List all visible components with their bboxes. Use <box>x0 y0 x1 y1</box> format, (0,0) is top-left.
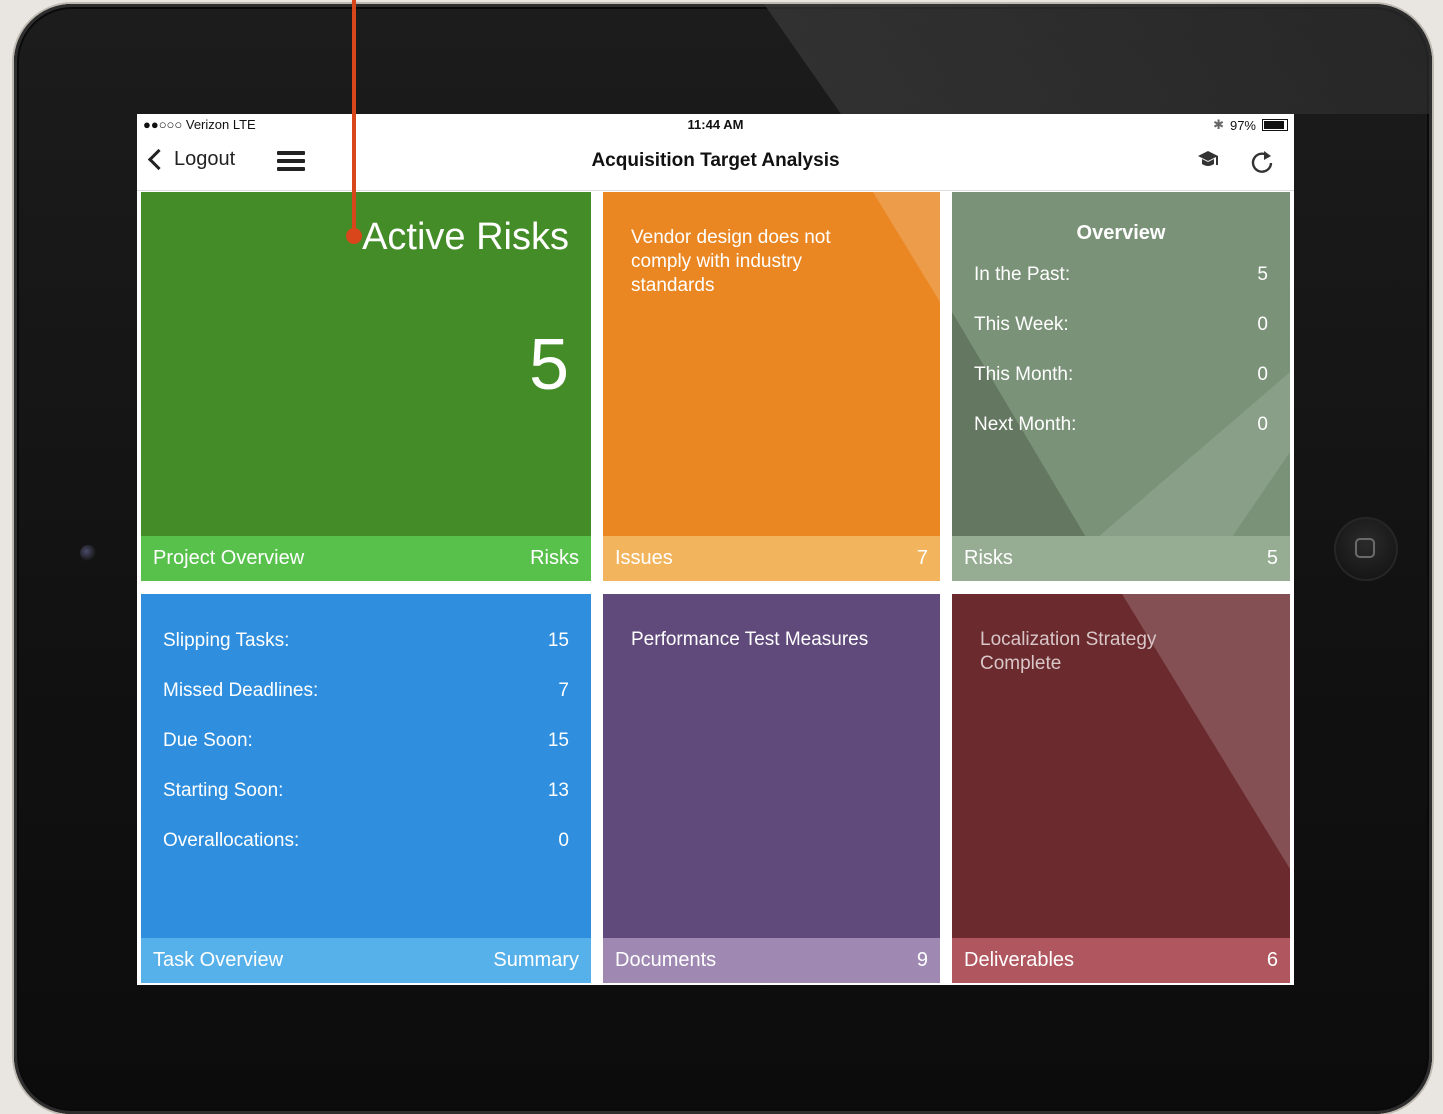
callout-line <box>352 0 356 234</box>
page-title: Acquisition Target Analysis <box>591 150 840 171</box>
bluetooth-icon: ✱ <box>1213 117 1224 132</box>
tile-footer-title: Documents <box>615 949 717 971</box>
task-row: Starting Soon: 13 <box>163 780 569 802</box>
tile-footer: Risks 5 <box>952 536 1290 581</box>
task-overview-tile[interactable]: Slipping Tasks: 15 Missed Deadlines: 7 D… <box>141 594 591 983</box>
row-label: Slipping Tasks: <box>163 630 290 651</box>
navigation-bar: Logout Acquisition Target Analysis <box>137 136 1294 191</box>
tile-footer-count: 5 <box>1266 547 1278 569</box>
row-label: Starting Soon: <box>163 780 284 801</box>
active-risks-value: 5 <box>528 325 569 405</box>
row-label: Overallocations: <box>163 830 300 851</box>
documents-tile[interactable]: Performance Test Measures Documents 9 <box>603 594 940 983</box>
issues-tile[interactable]: Vendor design does not comply with indus… <box>603 192 940 581</box>
issue-text: Vendor design does not comply with indus… <box>631 227 831 296</box>
deliverables-tile[interactable]: Localization Strategy Complete Deliverab… <box>952 594 1290 983</box>
tile-footer-count: 9 <box>916 949 928 971</box>
project-overview-tile[interactable]: Active Risks 5 Project Overview Risks <box>141 192 591 581</box>
front-camera <box>80 545 96 561</box>
row-label: Missed Deadlines: <box>163 680 319 701</box>
tile-footer-label: Summary <box>493 949 579 971</box>
row-label: In the Past: <box>974 264 1071 285</box>
tile-footer: Task Overview Summary <box>141 938 591 983</box>
app-screen: ●●○○○ Verizon LTE 11:44 AM ✱ 97% Logout … <box>137 114 1294 985</box>
task-row: Due Soon: 15 <box>163 730 569 752</box>
tile-footer: Issues 7 <box>603 536 940 581</box>
risk-row: Next Month: 0 <box>974 414 1268 436</box>
overview-heading: Overview <box>1076 222 1166 244</box>
risk-row: In the Past: 5 <box>974 264 1268 286</box>
clock: 11:44 AM <box>687 117 744 132</box>
row-label: Due Soon: <box>163 730 253 751</box>
battery-icon <box>1262 119 1288 131</box>
row-value: 0 <box>1257 314 1268 335</box>
task-row: Slipping Tasks: 15 <box>163 630 569 652</box>
tile-footer-count: 7 <box>916 547 928 569</box>
deliverable-text: Localization Strategy Complete <box>980 629 1157 674</box>
home-button-icon <box>1355 538 1375 558</box>
active-risks-heading: Active Risks <box>362 216 569 258</box>
status-bar: ●●○○○ Verizon LTE 11:44 AM ✱ 97% <box>137 114 1294 136</box>
bezel-glare <box>764 4 1432 114</box>
tile-footer: Documents 9 <box>603 938 940 983</box>
task-row: Overallocations: 0 <box>163 830 569 852</box>
tile-footer-title: Deliverables <box>964 949 1075 971</box>
callout-dot <box>346 228 362 244</box>
tile-footer-title: Project Overview <box>153 547 305 569</box>
row-value: 5 <box>1257 264 1268 285</box>
home-button[interactable] <box>1334 517 1398 581</box>
tile-footer-title: Task Overview <box>153 949 284 971</box>
row-value: 7 <box>558 680 569 701</box>
tile-footer-count: 6 <box>1266 949 1278 971</box>
task-row: Missed Deadlines: 7 <box>163 680 569 702</box>
row-value: 15 <box>547 630 569 651</box>
risk-row: This Week: 0 <box>974 314 1268 336</box>
status-right: ✱ 97% <box>1213 117 1288 133</box>
row-label: This Month: <box>974 364 1074 385</box>
battery-percent: 97% <box>1229 117 1256 133</box>
risk-row: This Month: 0 <box>974 364 1268 386</box>
row-value: 0 <box>1257 414 1268 435</box>
row-label: Next Month: <box>974 414 1077 435</box>
row-value: 13 <box>547 780 569 801</box>
graduation-cap-icon[interactable] <box>1197 150 1219 174</box>
tile-footer-label: Risks <box>530 547 579 569</box>
document-text: Performance Test Measures <box>631 629 869 650</box>
tile-footer-title: Issues <box>615 547 673 569</box>
row-value: 15 <box>547 730 569 751</box>
tile-footer-title: Risks <box>964 547 1013 569</box>
tile-footer: Deliverables 6 <box>952 938 1290 983</box>
refresh-icon[interactable] <box>1251 148 1275 174</box>
row-value: 0 <box>1257 364 1268 385</box>
row-label: This Week: <box>974 314 1069 335</box>
tile-footer: Project Overview Risks <box>141 536 591 581</box>
tile-shine <box>952 312 1290 581</box>
row-value: 0 <box>558 830 569 851</box>
risks-tile[interactable]: Overview In the Past: 5 This Week: 0 Thi… <box>952 192 1290 581</box>
